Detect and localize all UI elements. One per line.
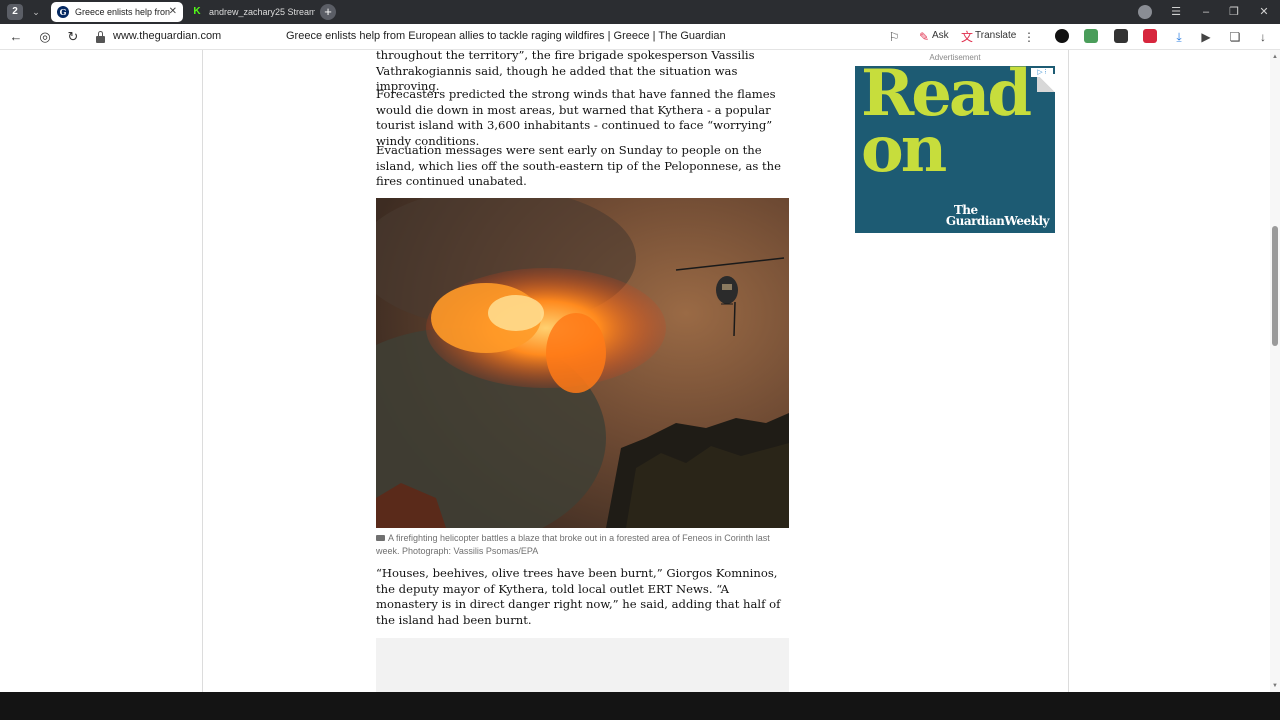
address-bar-url[interactable]: www.theguardian.com [113, 30, 221, 42]
menu-icon[interactable]: ☰ [1166, 3, 1186, 21]
reading-list-icon[interactable]: ❏ [1227, 29, 1243, 45]
translate-icon[interactable]: 文 [959, 29, 975, 45]
tab-title: Greece enlists help fron [75, 7, 171, 17]
new-tab-button[interactable]: + [320, 4, 336, 20]
tab-guardian[interactable]: G Greece enlists help fron ✕ [51, 2, 183, 22]
extension-puzzle-icon[interactable] [1084, 29, 1098, 43]
close-icon[interactable]: ✕ [169, 2, 177, 22]
profile-avatar[interactable] [1138, 5, 1152, 19]
speed-dial-icon[interactable]: ◎ [36, 28, 54, 46]
tab-count-badge[interactable]: 2 [7, 4, 23, 20]
bookmark-icon[interactable]: ⚐ [886, 29, 902, 45]
media-player-icon[interactable]: ▶ [1198, 29, 1214, 45]
kick-favicon-icon: K [191, 6, 203, 18]
reload-icon[interactable]: ↻ [64, 28, 82, 46]
tab-list-chevron-icon[interactable]: ⌄ [29, 3, 43, 21]
address-bar-page-title[interactable]: Greece enlists help from European allies… [286, 30, 726, 42]
article-paragraph: “Houses, beehives, olive trees have been… [376, 566, 781, 627]
tab-kick-stream[interactable]: K andrew_zachary25 Stream [185, 2, 315, 22]
vertical-scrollbar[interactable] [1270, 50, 1280, 692]
guardian-weekly-logo: The GuardianWeekly [945, 203, 1050, 228]
tab-title: andrew_zachary25 Stream [209, 7, 315, 17]
close-window-icon[interactable]: ✕ [1254, 3, 1274, 21]
translate-button[interactable]: Translate [975, 30, 1016, 41]
download-manager-icon[interactable]: ⤓ [1171, 29, 1187, 45]
advertisement-label: Advertisement [929, 53, 981, 62]
extension-grammarly-icon[interactable] [1055, 29, 1069, 43]
article-paragraph: Evacuation messages were sent early on S… [376, 143, 781, 189]
ask-ai-icon[interactable]: ✎ [916, 29, 932, 45]
camera-icon [376, 535, 385, 541]
scroll-down-arrow-icon[interactable]: ▼ [1270, 681, 1280, 691]
web-page: throughout the territory”, the fire brig… [0, 50, 1280, 692]
photo-caption: A firefighting helicopter battles a blaz… [376, 533, 770, 556]
downloads-icon[interactable]: ↓ [1255, 29, 1271, 45]
extension-pocket-icon[interactable] [1143, 29, 1157, 43]
guardian-favicon-icon: G [57, 6, 69, 18]
right-column-rule [1068, 50, 1069, 692]
restore-icon[interactable]: ❐ [1224, 3, 1244, 21]
adchoices-icon[interactable]: ▷ ⁝ [1031, 68, 1053, 77]
os-taskbar [0, 692, 1280, 720]
left-column-rule [202, 50, 203, 692]
article-photo-helicopter-wildfire[interactable] [376, 198, 789, 528]
back-arrow-icon[interactable]: ← [7, 28, 25, 46]
inline-ad-placeholder [376, 638, 789, 692]
scroll-up-arrow-icon[interactable]: ▲ [1270, 52, 1280, 62]
tab-strip: 2 ⌄ G Greece enlists help fron ✕ K andre… [0, 0, 1280, 24]
scrollbar-thumb[interactable] [1272, 226, 1278, 346]
browser-toolbar: ← ◎ ↻ www.theguardian.com Greece enlists… [0, 24, 1280, 50]
guardian-weekly-ad[interactable]: Read on The GuardianWeekly ▷ ⁝ [855, 66, 1055, 233]
ask-button[interactable]: Ask [932, 30, 949, 41]
article-paragraph: Forecasters predicted the strong winds t… [376, 87, 776, 148]
ad-headline: Read on [861, 66, 1032, 187]
extension-privacy-icon[interactable] [1114, 29, 1128, 43]
more-options-icon[interactable]: ⋮ [1021, 29, 1037, 45]
lock-icon[interactable] [96, 31, 105, 43]
minimize-icon[interactable]: – [1196, 3, 1216, 21]
